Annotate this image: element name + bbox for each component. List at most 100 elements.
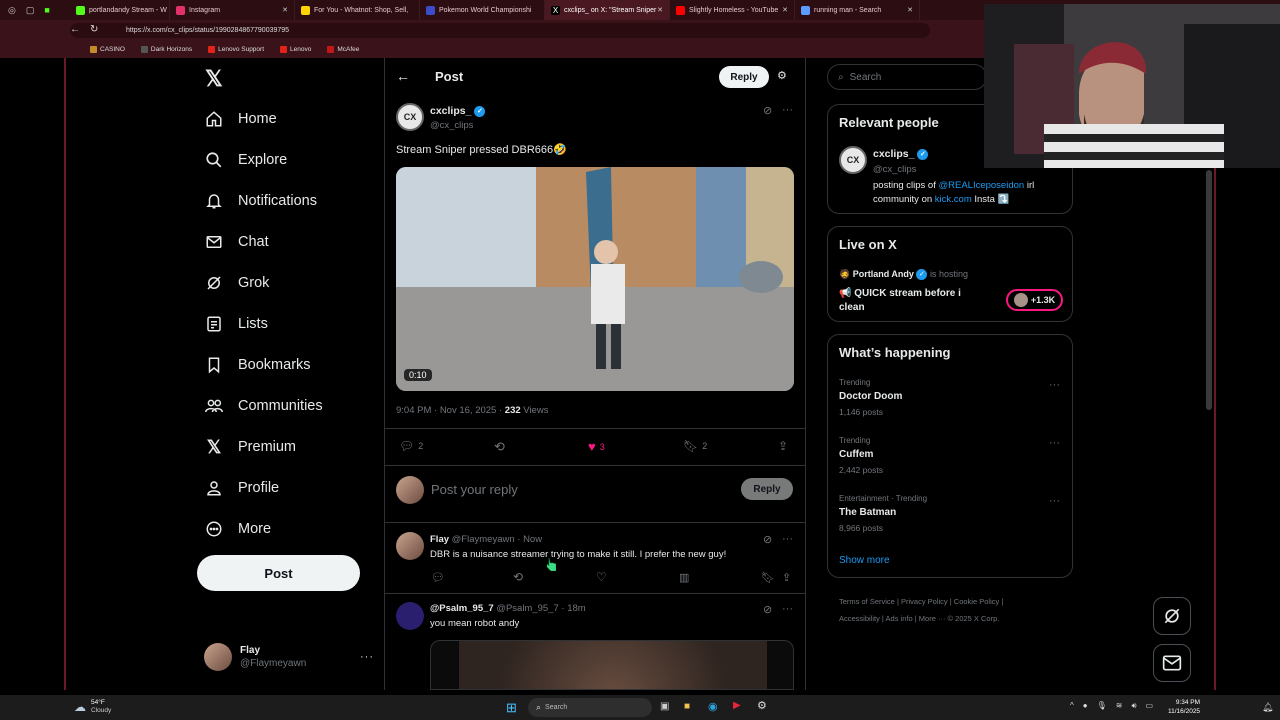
browser-tab-6[interactable]: Slightly Homeless - YouTube ✕ (670, 0, 795, 20)
refresh-icon[interactable]: ↻ (90, 24, 98, 35)
nav-item-bookmarks[interactable]: Bookmarks (204, 345, 311, 385)
tab-actions-icon[interactable]: ▢ (26, 5, 35, 16)
repost-icon[interactable]: ⟲ (494, 439, 505, 455)
footer-link[interactable]: Privacy Policy (901, 597, 948, 606)
share-icon[interactable]: ⇪ (782, 571, 791, 584)
tray-app-icon[interactable]: ● (1083, 701, 1088, 711)
like-action[interactable]: ♥ 3 (588, 439, 605, 454)
reply-media[interactable] (430, 640, 794, 690)
url-field[interactable]: https://x.com/cx_clips/status/1990284867… (70, 23, 930, 38)
windows-start-icon[interactable]: ⊞ (506, 700, 517, 716)
reply-author-handle[interactable]: @Flaymeyawn · Now (452, 534, 542, 545)
footer-link[interactable]: Cookie Policy (954, 597, 999, 606)
chevron-up-icon[interactable]: ^ (1070, 701, 1074, 711)
browser-tab-4[interactable]: Pokemon World Championshi (420, 0, 545, 20)
bookmark-dark-horizons[interactable]: Dark Horizons (140, 46, 192, 53)
bookmark-lenovo[interactable]: Lenovo (280, 46, 311, 53)
notification-bell-icon[interactable]: 🔔︎ (1262, 702, 1273, 713)
nav-item-grok[interactable]: Grok (204, 263, 269, 303)
clock[interactable]: 9:34 PM 11/16/2025 (1168, 698, 1200, 716)
back-arrow-icon[interactable]: ← (396, 68, 410, 84)
more-dots-icon[interactable]: ··· (782, 104, 793, 116)
heart-icon[interactable]: ♡ (596, 570, 607, 584)
analytics-icon[interactable]: ▥ (679, 571, 689, 584)
footer-link[interactable]: Accessibility (839, 614, 880, 623)
bookmark-mcafee[interactable]: McAfee (327, 46, 359, 53)
taskbar-search[interactable]: ⌕ Search (528, 698, 652, 717)
task-view-icon[interactable]: ▣ (660, 701, 669, 712)
live-listeners-pill[interactable]: +1.3K (1006, 289, 1063, 311)
nav-item-premium[interactable]: 𝕏 Premium (204, 427, 296, 467)
close-tab-icon[interactable]: ✕ (282, 6, 288, 14)
bookmark-lenovo-support[interactable]: Lenovo Support (208, 46, 264, 53)
nav-item-home[interactable]: Home (204, 99, 277, 139)
page-scrollbar[interactable] (1206, 170, 1212, 410)
browser-tab-2[interactable]: Instagram ✕ (170, 0, 295, 20)
search-input[interactable]: ⌕ Search (827, 64, 987, 90)
avatar[interactable] (396, 532, 424, 560)
tweet-timestamp[interactable]: 9:04 PM · Nov 16, 2025 · (396, 405, 505, 416)
sliders-icon[interactable]: ⚙ (777, 69, 787, 82)
more-dots-icon[interactable]: ··· (1049, 495, 1060, 507)
reply-action[interactable]: 💬︎ 2 (399, 439, 423, 453)
nav-item-communities[interactable]: Communities (204, 386, 323, 426)
weather-widget[interactable]: ☁ 54°F Cloudy (74, 699, 111, 715)
browser-tab-3[interactable]: For You - Whatnot: Shop, Sell, (295, 0, 420, 20)
more-dots-icon[interactable]: ··· (1049, 379, 1060, 391)
bio-mention-link[interactable]: @REALIceposeidon (938, 180, 1024, 191)
person-name-row[interactable]: cxclips_ ✓ (873, 148, 929, 160)
avatar[interactable] (396, 602, 424, 630)
more-dots-icon[interactable]: ··· (782, 603, 793, 615)
trend-item[interactable]: Entertainment · Trending The Batman 8,96… (828, 489, 1072, 545)
reply-author-name[interactable]: Flay (430, 534, 449, 545)
nav-item-chat[interactable]: Chat (204, 222, 269, 262)
reply-author-handle[interactable]: @Psalm_95_7 · 18m (496, 603, 585, 614)
settings-icon[interactable]: ⚙ (757, 699, 767, 712)
bookmark-action[interactable]: 🔖︎ 2 (683, 439, 707, 453)
more-dots-icon[interactable]: ··· (1049, 437, 1060, 449)
nav-item-profile[interactable]: Profile (204, 468, 279, 508)
trend-item[interactable]: Trending Doctor Doom 1,146 posts ··· (828, 373, 1072, 429)
edge-icon[interactable]: ◉ (708, 700, 718, 713)
author-avatar[interactable]: CX (396, 103, 424, 131)
tweet-video[interactable]: 0:10 (396, 167, 794, 391)
x-logo-icon[interactable]: 𝕏 (205, 66, 223, 92)
reply-icon[interactable]: 💬︎ (431, 571, 445, 584)
account-switcher[interactable]: Flay @Flaymeyawn ··· (204, 643, 374, 671)
close-tab-icon[interactable]: ✕ (782, 6, 788, 14)
browser-tab-7[interactable]: running man - Search ✕ (795, 0, 920, 20)
close-tab-icon[interactable]: ✕ (657, 6, 663, 14)
browser-tab-1[interactable]: portlandandy Stream - W (70, 0, 170, 20)
more-dots-icon[interactable]: ··· (782, 533, 793, 545)
reply-author-name[interactable]: @Psalm_95_7 (430, 603, 494, 614)
bookmark-icon[interactable]: 🔖︎ (761, 571, 775, 584)
messages-float-button[interactable] (1153, 644, 1191, 682)
browser-tab-active[interactable]: Xcxclips_ on X: "Stream Sniper ✕ (545, 0, 670, 20)
repost-icon[interactable]: ⟲ (513, 570, 523, 584)
battery-icon[interactable]: ▭ (1146, 701, 1154, 711)
author-name-row[interactable]: cxclips_ ✓ (430, 105, 486, 117)
nav-item-notifications[interactable]: Notifications (204, 181, 317, 221)
share-icon[interactable]: ⇪ (778, 439, 788, 453)
volume-icon[interactable]: 🔊︎ (1131, 701, 1136, 711)
grok-icon[interactable]: ⊘ (763, 533, 772, 546)
header-reply-button[interactable]: Reply (719, 66, 769, 88)
profile-icon[interactable]: ◎ (8, 5, 16, 16)
bookmark-casino[interactable]: CASINO (90, 46, 125, 53)
wifi-icon[interactable]: ≋ (1116, 701, 1123, 711)
live-host-row[interactable]: 🧔 Portland Andy ✓ is hosting (839, 269, 968, 281)
nav-item-lists[interactable]: Lists (204, 304, 268, 344)
live-stream-title[interactable]: 📢 QUICK stream before i clean (839, 287, 989, 315)
nav-item-explore[interactable]: Explore (204, 140, 287, 180)
grok-icon[interactable]: ⊘ (763, 603, 772, 616)
footer-link[interactable]: More ··· (919, 614, 946, 623)
footer-link[interactable]: Ads info (886, 614, 913, 623)
file-explorer-icon[interactable]: ■ (684, 701, 690, 712)
nav-item-more[interactable]: More (204, 509, 271, 549)
app-icon[interactable]: ▶ (733, 700, 741, 711)
back-arrow-icon[interactable]: ← (70, 24, 80, 35)
post-button[interactable]: Post (197, 555, 360, 591)
grok-float-button[interactable] (1153, 597, 1191, 635)
trend-item[interactable]: Trending Cuffem 2,442 posts ··· (828, 431, 1072, 487)
author-handle[interactable]: @cx_clips (430, 120, 473, 131)
